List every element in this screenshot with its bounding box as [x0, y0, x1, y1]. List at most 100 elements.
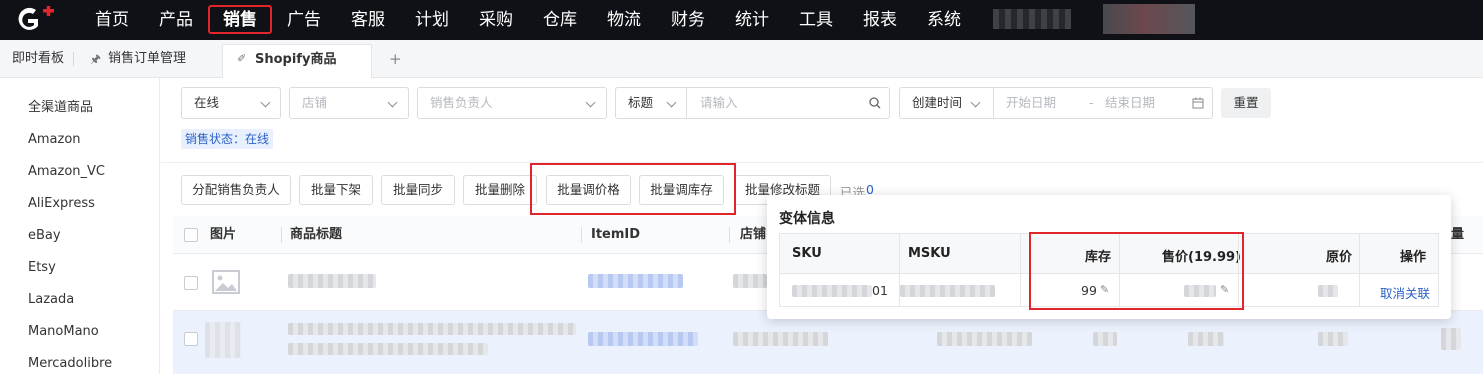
sidebar-item-mercadolibre[interactable]: Mercadolibre — [28, 354, 112, 374]
blurred-user-avatar[interactable] — [1103, 4, 1195, 34]
nav-item-system[interactable]: 系统 — [927, 0, 961, 40]
tab-sales-orders[interactable]: 销售订单管理 — [108, 40, 186, 78]
bulk-delete-button[interactable]: 批量删除 — [463, 175, 537, 205]
row-checkbox[interactable] — [184, 332, 198, 346]
unlink-button[interactable]: 取消关联 — [1380, 283, 1430, 302]
nav-highlight-box — [208, 5, 272, 34]
col-header-store: 店铺 — [740, 227, 767, 242]
blurred-msku — [900, 285, 995, 297]
blurred-cell — [1441, 328, 1461, 350]
search-icon[interactable] — [869, 97, 881, 109]
calendar-icon[interactable] — [1192, 97, 1204, 109]
nav-item-reports[interactable]: 报表 — [863, 0, 897, 40]
chevron-down-icon — [666, 97, 677, 108]
status-select[interactable]: 在线 — [181, 87, 281, 119]
sales-owner-select[interactable]: 销售负责人 — [417, 87, 607, 119]
nav-item-service[interactable]: 客服 — [351, 0, 385, 40]
nav-item-ads[interactable]: 广告 — [287, 0, 321, 40]
bulk-sync-button[interactable]: 批量同步 — [381, 175, 455, 205]
col-header-image: 图片 — [210, 227, 237, 242]
search-input[interactable]: 请输入 — [700, 88, 738, 118]
sidebar-item-aliexpress[interactable]: AliExpress — [28, 194, 95, 214]
chevron-down-icon — [970, 97, 981, 108]
status-select-value: 在线 — [194, 95, 220, 110]
end-date-input[interactable]: 结束日期 — [1105, 88, 1155, 118]
blurred-cell — [1188, 332, 1224, 346]
nav-item-finance[interactable]: 财务 — [671, 0, 705, 40]
store-select-placeholder: 店铺 — [302, 95, 328, 110]
pin-outline-icon[interactable]: ✐ — [237, 40, 246, 78]
bulk-delist-button[interactable]: 批量下架 — [299, 175, 373, 205]
sidebar-item-manomano[interactable]: ManoMano — [28, 322, 99, 342]
blurred-product-image — [205, 322, 241, 358]
search-group: 标题 请输入 — [615, 87, 890, 119]
add-tab-button[interactable]: + — [389, 40, 402, 78]
col-header-quantity: 量 — [1451, 227, 1465, 242]
bulk-adjust-highlight-box — [530, 163, 736, 215]
date-range-group: 创建时间 开始日期 - 结束日期 — [899, 87, 1213, 119]
blurred-store-name — [733, 274, 767, 288]
variant-sku-suffix: 01 — [872, 283, 888, 298]
nav-item-warehouse[interactable]: 仓库 — [543, 0, 577, 40]
blurred-product-title — [288, 274, 376, 288]
sidebar-item-ebay[interactable]: eBay — [28, 226, 61, 246]
blurred-product-title — [288, 323, 576, 335]
nav-item-statistics[interactable]: 统计 — [735, 0, 769, 40]
variant-col-separator — [1359, 234, 1360, 306]
blurred-sku — [792, 285, 872, 297]
variant-col-action: 操作 — [1400, 250, 1427, 265]
col-header-title: 商品标题 — [290, 227, 343, 242]
variant-col-msku: MSKU — [908, 246, 951, 261]
tab-separator — [73, 52, 74, 66]
nav-item-product[interactable]: 产品 — [159, 0, 193, 40]
nav-item-plan[interactable]: 计划 — [415, 0, 449, 40]
column-separator — [729, 227, 730, 243]
date-range-separator: - — [1089, 95, 1094, 110]
blurred-product-title-line2 — [288, 343, 488, 355]
blurred-store-name — [733, 332, 828, 346]
nav-item-purchase[interactable]: 采购 — [479, 0, 513, 40]
chevron-down-icon — [585, 97, 596, 108]
nav-item-home[interactable]: 首页 — [95, 0, 129, 40]
blurred-item-id-link[interactable] — [588, 332, 698, 346]
section-divider — [161, 162, 1483, 163]
search-field-select[interactable]: 标题 — [628, 88, 653, 118]
row-checkbox[interactable] — [184, 276, 198, 290]
variant-col-sku: SKU — [792, 246, 822, 261]
blurred-cell — [1318, 332, 1348, 346]
sidebar-item-amazon-vc[interactable]: Amazon_VC — [28, 162, 105, 182]
reset-button[interactable]: 重置 — [1221, 88, 1271, 118]
sidebar-item-etsy[interactable]: Etsy — [28, 258, 56, 278]
date-type-select[interactable]: 创建时间 — [912, 88, 962, 118]
store-select[interactable]: 店铺 — [289, 87, 409, 119]
select-all-checkbox[interactable] — [184, 228, 198, 242]
nav-item-logistics[interactable]: 物流 — [607, 0, 641, 40]
search-divider — [686, 88, 687, 118]
variant-col-separator — [1020, 234, 1021, 306]
sidebar-item-lazada[interactable]: Lazada — [28, 290, 74, 310]
blurred-item-id-link[interactable] — [588, 274, 683, 288]
start-date-input[interactable]: 开始日期 — [1006, 88, 1056, 118]
sidebar-item-amazon[interactable]: Amazon — [28, 130, 81, 150]
column-separator — [281, 227, 282, 243]
chevron-down-icon — [387, 97, 398, 108]
image-placeholder-icon — [212, 270, 240, 294]
app-logo[interactable] — [16, 6, 70, 34]
sales-owner-placeholder: 销售负责人 — [430, 95, 493, 110]
variant-col-original-price: 原价 — [1326, 250, 1353, 265]
status-filter-tag[interactable]: 销售状态：在线 — [181, 129, 274, 149]
blurred-original-price — [1318, 285, 1338, 297]
stock-price-highlight-box — [1029, 232, 1244, 310]
col-header-item-id: ItemID — [591, 227, 641, 242]
assign-owner-button[interactable]: 分配销售负责人 — [181, 175, 291, 205]
pin-icon[interactable]: 🖈 — [90, 40, 101, 78]
tab-shopify-label[interactable]: Shopify商品 — [255, 41, 336, 79]
blurred-cell — [937, 332, 1032, 346]
tab-dashboard[interactable]: 即时看板 — [12, 40, 64, 78]
nav-item-tools[interactable]: 工具 — [799, 0, 833, 40]
chevron-down-icon — [260, 97, 271, 108]
blurred-cell — [1093, 332, 1117, 346]
sidebar-item-all-channels[interactable]: 全渠道商品 — [28, 98, 93, 118]
column-separator — [581, 227, 582, 243]
date-divider — [993, 88, 994, 118]
